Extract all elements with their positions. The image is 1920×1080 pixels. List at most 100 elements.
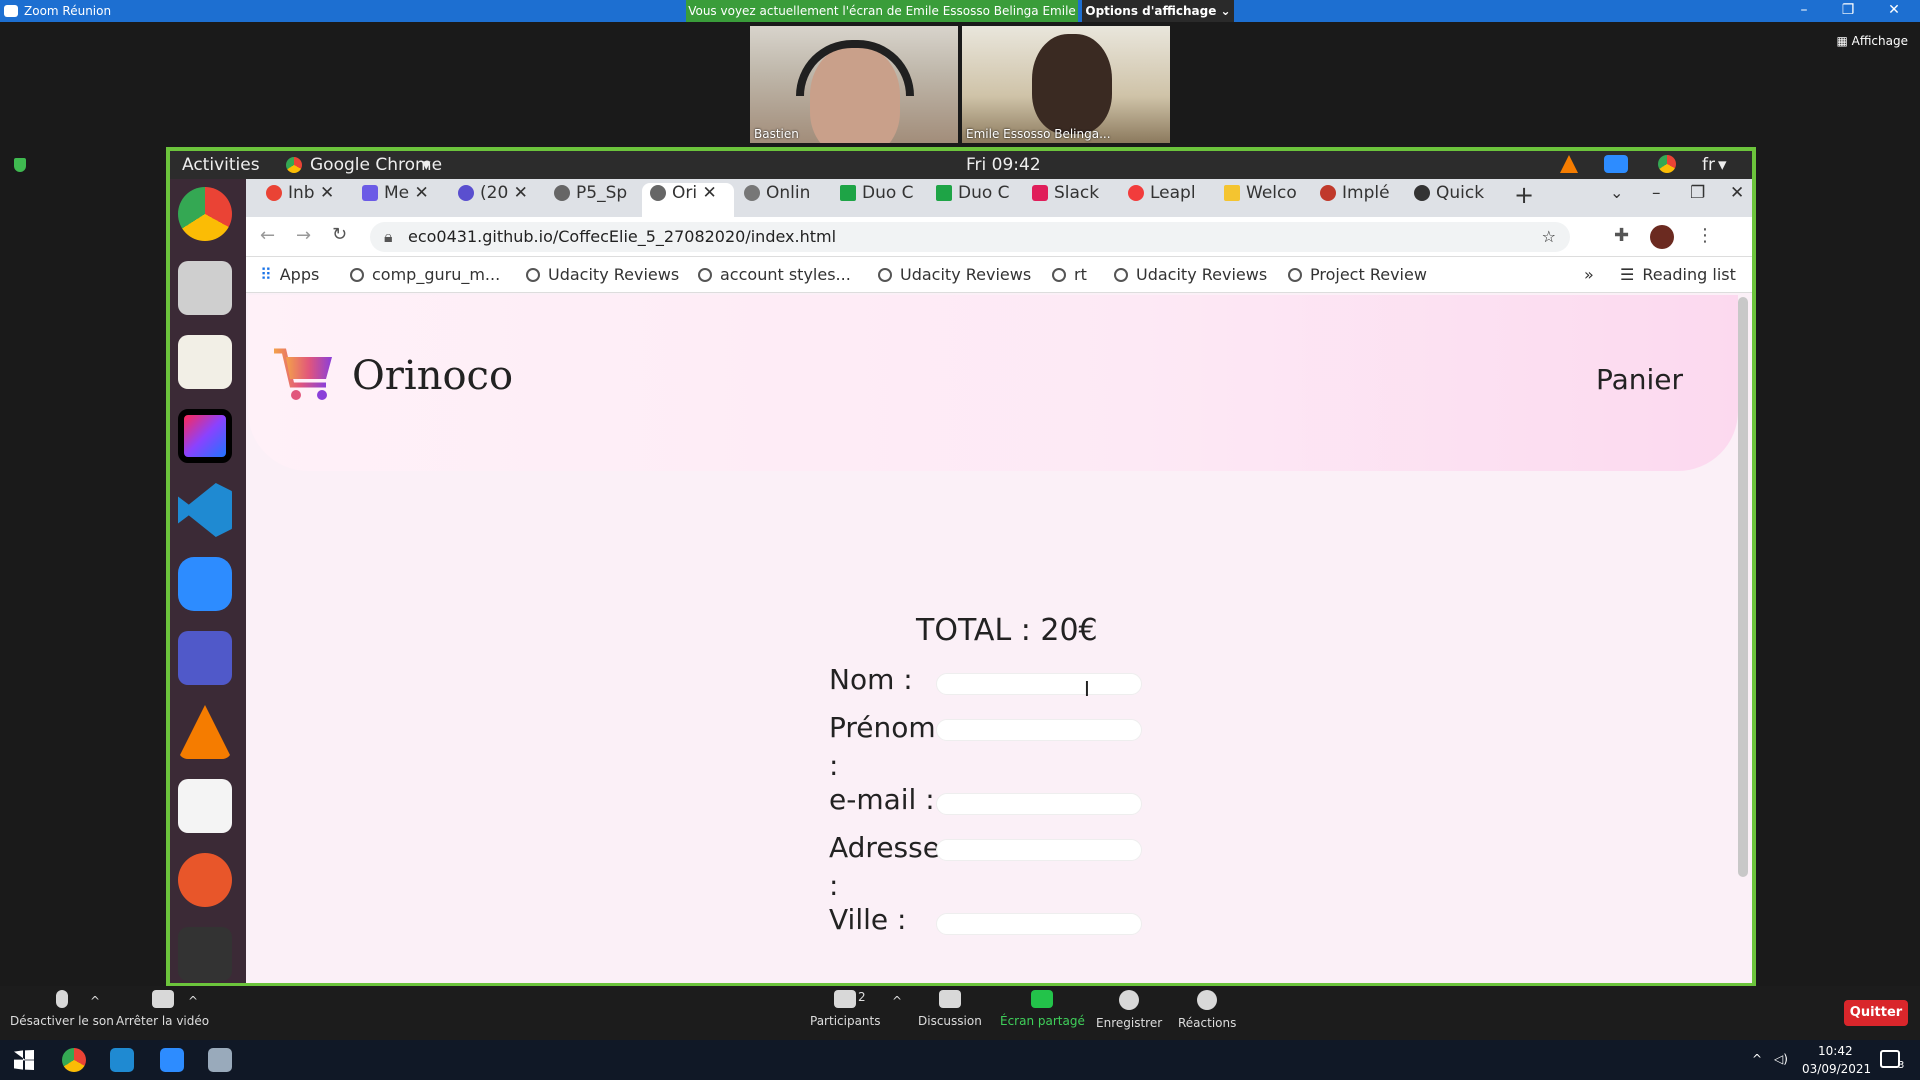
cart-logo-icon[interactable] <box>270 347 336 403</box>
minimize-icon[interactable]: – <box>1652 183 1661 217</box>
restore-icon[interactable]: ❐ <box>1838 2 1858 18</box>
language-indicator[interactable]: fr <box>1702 155 1715 175</box>
teams-dock-icon[interactable] <box>178 631 232 685</box>
chrome-dock-icon[interactable] <box>178 187 232 241</box>
draw-app-dock-icon[interactable] <box>178 853 232 907</box>
vlc-tray-icon[interactable] <box>1560 155 1578 173</box>
browser-tab[interactable]: Me ✕ <box>362 183 436 217</box>
tab-search-icon[interactable]: ⌄ <box>1610 183 1623 217</box>
webpage: Orinoco Panier TOTAL : 20€ Nom : I Préno… <box>246 293 1752 983</box>
browser-tab-active[interactable]: Ori ✕ <box>642 183 734 217</box>
close-icon[interactable]: ✕ <box>1730 183 1744 217</box>
zoom-tray-icon[interactable] <box>1604 155 1628 173</box>
reactions-button[interactable]: Réactions <box>1178 990 1236 1030</box>
browser-tab[interactable]: Quick <box>1414 183 1498 217</box>
bookmark-item[interactable]: Udacity Reviews <box>878 265 1031 284</box>
ubuntu-top-bar: Activities Google Chrome ▾ Fri 09:42 fr … <box>170 151 1752 179</box>
forward-arrow-icon[interactable]: → <box>296 225 311 246</box>
bookmark-star-icon[interactable]: ☆ <box>1542 222 1556 252</box>
zoom-dock-icon[interactable] <box>178 557 232 611</box>
browser-tab[interactable]: Inb ✕ <box>266 183 340 217</box>
shared-screen: Activities Google Chrome ▾ Fri 09:42 fr … <box>166 147 1756 987</box>
document-viewer-dock-icon[interactable] <box>178 779 232 833</box>
browser-tab[interactable]: Slack <box>1032 183 1116 217</box>
globe-icon <box>878 268 892 282</box>
zoom-taskbar-icon[interactable] <box>160 1048 184 1072</box>
leave-meeting-button[interactable]: Quitter <box>1844 1000 1908 1026</box>
order-total: TOTAL : 20€ <box>916 613 1098 648</box>
activities-button[interactable]: Activities <box>182 155 260 175</box>
app-taskbar-icon[interactable] <box>208 1048 232 1072</box>
bookmark-item[interactable]: rt <box>1052 265 1087 284</box>
url-field[interactable]: 🔒︎ eco0431.github.io/CoffecElie_5_270820… <box>370 222 1570 252</box>
browser-tab[interactable]: Onlin <box>744 183 826 217</box>
chat-button[interactable]: Discussion <box>918 990 982 1028</box>
affichage-button[interactable]: ▦ Affichage <box>1836 34 1908 48</box>
bookmark-item[interactable]: Project Review <box>1288 265 1427 284</box>
record-button[interactable]: Enregistrer <box>1096 990 1162 1030</box>
vscode-taskbar-icon[interactable] <box>110 1048 134 1072</box>
bookmark-item[interactable]: comp_guru_m... <box>350 265 500 284</box>
notifications-icon[interactable] <box>1880 1050 1900 1068</box>
prenom-input[interactable] <box>936 719 1142 741</box>
security-shield-icon[interactable] <box>14 158 26 172</box>
participant-video-bastien[interactable]: Bastien <box>750 26 958 143</box>
browser-tab[interactable]: Implé <box>1320 183 1404 217</box>
kebab-menu-icon[interactable]: ⋮ <box>1696 225 1714 246</box>
cart-link[interactable]: Panier <box>1596 363 1683 396</box>
browser-tab[interactable]: Welco <box>1224 183 1308 217</box>
chrome-taskbar-icon[interactable] <box>62 1048 86 1072</box>
windows-start-icon[interactable] <box>14 1050 34 1070</box>
speaker-icon[interactable]: ◁) <box>1774 1052 1788 1066</box>
bookmark-item[interactable]: account styles... <box>698 265 851 284</box>
reading-list-button[interactable]: ☰ Reading list <box>1620 265 1736 284</box>
chrome-tray-icon[interactable] <box>1658 155 1676 173</box>
adresse-input[interactable] <box>936 839 1142 861</box>
browser-tab[interactable]: Leapl <box>1128 183 1212 217</box>
ville-input[interactable] <box>936 913 1142 935</box>
bookmark-apps[interactable]: ⠿ Apps <box>260 265 319 284</box>
intellij-dock-icon[interactable] <box>178 409 232 463</box>
page-scrollbar[interactable] <box>1738 297 1748 877</box>
clock[interactable]: Fri 09:42 <box>966 155 1041 175</box>
chat-bubble-icon <box>938 990 961 1008</box>
participants-chevron-icon[interactable]: ^ <box>892 994 902 1008</box>
audio-options-chevron-icon[interactable]: ^ <box>90 994 100 1008</box>
bookmark-item[interactable]: Udacity Reviews <box>1114 265 1267 284</box>
bookmarks-overflow[interactable]: » <box>1584 265 1594 284</box>
minimize-icon[interactable]: – <box>1794 2 1814 18</box>
apps-grid-icon: ⠿ <box>260 265 272 284</box>
restore-icon[interactable]: ❐ <box>1690 183 1705 217</box>
back-arrow-icon[interactable]: ← <box>260 225 275 246</box>
text-editor-dock-icon[interactable] <box>178 335 232 389</box>
avatar[interactable] <box>1650 225 1674 249</box>
extensions-icon[interactable]: ✚ <box>1614 225 1629 246</box>
tray-chevron-icon[interactable]: ^ <box>1752 1052 1762 1066</box>
brand-name[interactable]: Orinoco <box>352 353 513 399</box>
participants-button[interactable]: Participants <box>810 990 881 1028</box>
taskbar-date[interactable]: 03/09/2021 <box>1802 1062 1871 1076</box>
files-dock-icon[interactable] <box>178 261 232 315</box>
browser-tab[interactable]: P5_Sp <box>554 183 638 217</box>
share-screen-button[interactable]: Écran partagé <box>1000 990 1085 1028</box>
participant-video-emile[interactable]: Emile Essosso Belinga... <box>962 26 1170 143</box>
globe-icon <box>1288 268 1302 282</box>
browser-tab[interactable]: Duo C <box>936 183 1020 217</box>
browser-tab[interactable]: Duo C <box>840 183 924 217</box>
email-input[interactable] <box>936 793 1142 815</box>
reading-list-icon: ☰ <box>1620 265 1635 284</box>
close-icon[interactable]: ✕ <box>1884 2 1904 18</box>
vscode-dock-icon[interactable] <box>178 483 232 537</box>
screen-share-banner: Vous voyez actuellement l'écran de Emile… <box>686 0 1078 22</box>
vlc-dock-icon[interactable] <box>178 705 232 759</box>
browser-tab[interactable]: (20 ✕ <box>458 183 532 217</box>
new-tab-plus-icon[interactable]: + <box>1514 181 1534 215</box>
view-options-button[interactable]: Options d'affichage ⌄ <box>1082 0 1234 22</box>
globe-icon <box>698 268 712 282</box>
reload-icon[interactable]: ↻ <box>332 224 347 245</box>
nom-input[interactable] <box>936 673 1142 695</box>
video-options-chevron-icon[interactable]: ^ <box>188 994 198 1008</box>
bookmark-item[interactable]: Udacity Reviews <box>526 265 679 284</box>
terminal-dock-icon[interactable] <box>178 927 232 981</box>
taskbar-time[interactable]: 10:42 <box>1818 1044 1853 1058</box>
